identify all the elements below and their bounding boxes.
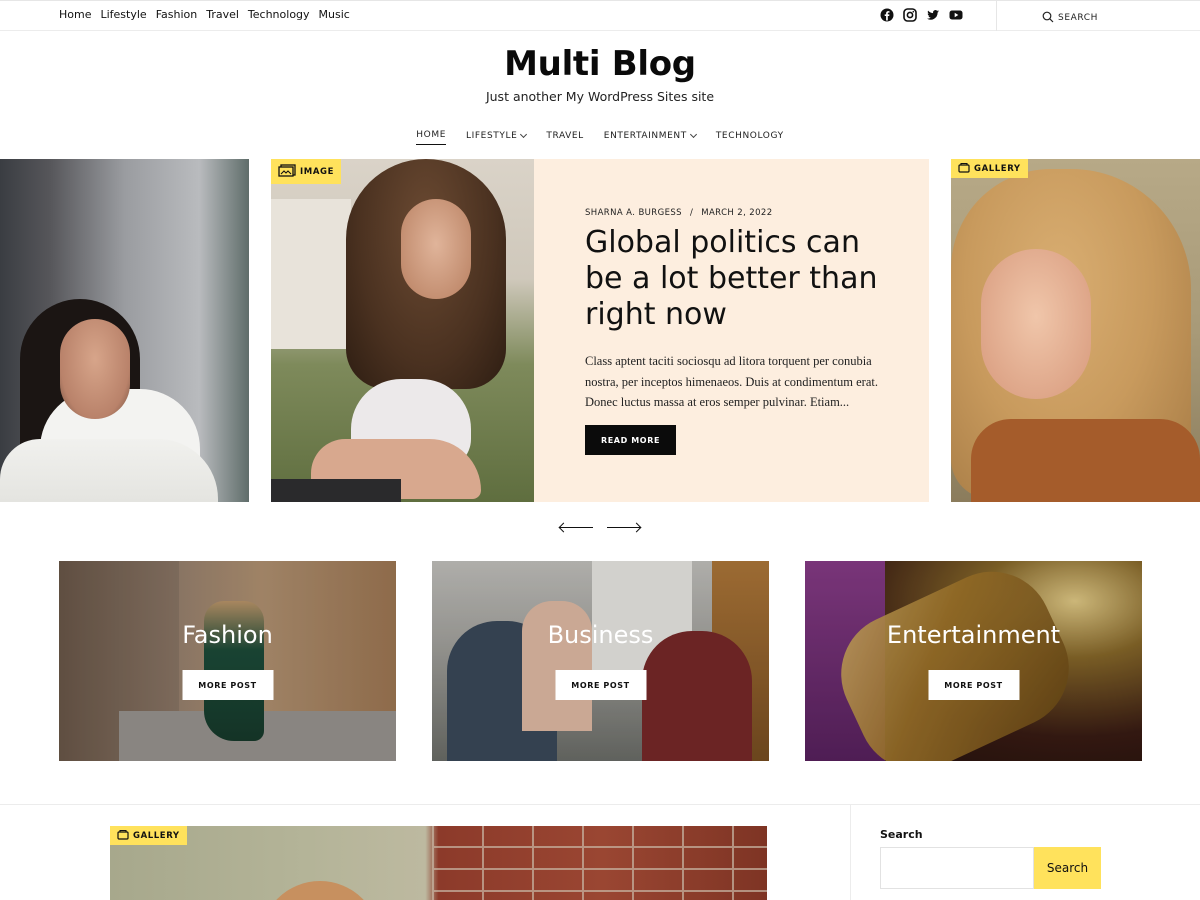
search-input[interactable] bbox=[880, 847, 1034, 889]
main-nav-lifestyle[interactable]: LIFESTYLE bbox=[466, 130, 528, 145]
category-name[interactable]: Fashion bbox=[59, 621, 396, 649]
post-author[interactable]: SHARNA A. BURGESS bbox=[585, 208, 682, 218]
facebook-icon[interactable] bbox=[880, 7, 894, 22]
chevron-down-icon bbox=[520, 130, 528, 138]
slider-next-arrow-icon[interactable] bbox=[607, 522, 640, 534]
top-nav-lifestyle[interactable]: Lifestyle bbox=[100, 8, 146, 22]
post-format-badge-gallery[interactable]: GALLERY bbox=[110, 826, 187, 845]
search-button[interactable]: Search bbox=[1034, 847, 1101, 889]
search-widget-title: Search bbox=[880, 828, 923, 841]
chevron-down-icon bbox=[689, 130, 697, 138]
slider-prev-arrow-icon[interactable] bbox=[560, 522, 593, 534]
category-card-fashion[interactable]: Fashion MORE POST bbox=[59, 561, 396, 761]
post-date[interactable]: MARCH 2, 2022 bbox=[701, 208, 772, 218]
card-overlay bbox=[805, 561, 1142, 761]
twitter-icon[interactable] bbox=[926, 7, 940, 21]
main-navigation: HOME LIFESTYLE TRAVEL ENTERTAINMENT TECH… bbox=[0, 130, 1200, 145]
search-icon bbox=[1042, 8, 1054, 27]
youtube-icon[interactable] bbox=[949, 7, 963, 21]
main-nav-entertainment[interactable]: ENTERTAINMENT bbox=[603, 130, 697, 145]
section-divider bbox=[0, 804, 1200, 805]
main-nav-label: HOME bbox=[416, 130, 447, 140]
main-nav-travel[interactable]: TRAVEL bbox=[546, 130, 583, 145]
top-navigation: Home Lifestyle Fashion Travel Technology… bbox=[59, 8, 359, 22]
card-overlay bbox=[59, 561, 396, 761]
main-nav-technology[interactable]: TECHNOLOGY bbox=[716, 130, 784, 145]
slide-photo-face bbox=[981, 249, 1091, 399]
more-post-button[interactable]: MORE POST bbox=[555, 670, 646, 700]
slide-photo-face bbox=[401, 199, 471, 299]
post-featured-image[interactable] bbox=[110, 826, 767, 900]
read-more-button[interactable]: READ MORE bbox=[585, 425, 676, 455]
category-card-business[interactable]: Business MORE POST bbox=[432, 561, 769, 761]
post-photo-head bbox=[260, 881, 380, 900]
category-name[interactable]: Business bbox=[432, 621, 769, 649]
slide-photo-face bbox=[60, 319, 130, 419]
main-nav-home[interactable]: HOME bbox=[416, 130, 447, 145]
site-title[interactable]: Multi Blog bbox=[0, 44, 1200, 84]
slide-post-title[interactable]: Global politics can be a lot better than… bbox=[585, 225, 895, 333]
slide-prev-image[interactable] bbox=[0, 159, 249, 502]
slide-photo-shorts bbox=[271, 479, 401, 502]
top-nav-travel[interactable]: Travel bbox=[206, 8, 239, 22]
top-nav-home[interactable]: Home bbox=[59, 8, 91, 22]
slide-photo-coat bbox=[971, 419, 1200, 502]
main-nav-label: ENTERTAINMENT bbox=[603, 130, 687, 141]
sidebar-divider bbox=[850, 805, 851, 900]
top-bar-divider bbox=[996, 1, 997, 31]
post-format-badge-gallery[interactable]: GALLERY bbox=[951, 159, 1028, 178]
main-nav-label: TECHNOLOGY bbox=[715, 130, 784, 141]
main-nav-label: LIFESTYLE bbox=[466, 130, 518, 141]
social-links bbox=[880, 7, 963, 22]
badge-label: GALLERY bbox=[133, 830, 180, 841]
gallery-icon bbox=[958, 162, 970, 176]
slide-post-excerpt: Class aptent taciti sociosqu ad litora t… bbox=[585, 354, 878, 409]
header-search-button[interactable]: SEARCH bbox=[1042, 8, 1098, 27]
top-bar: Home Lifestyle Fashion Travel Technology… bbox=[0, 0, 1200, 31]
badge-label: IMAGE bbox=[300, 166, 334, 177]
badge-label: GALLERY bbox=[974, 163, 1021, 174]
top-nav-technology[interactable]: Technology bbox=[248, 8, 310, 22]
more-post-button[interactable]: MORE POST bbox=[182, 670, 273, 700]
top-nav-fashion[interactable]: Fashion bbox=[156, 8, 198, 22]
category-name[interactable]: Entertainment bbox=[805, 621, 1142, 649]
post-format-badge-image[interactable]: IMAGE bbox=[271, 159, 341, 184]
slide-photo-house bbox=[271, 199, 351, 349]
slide-current-image[interactable] bbox=[271, 159, 534, 502]
meta-separator: / bbox=[689, 208, 694, 218]
slide-next-image[interactable] bbox=[951, 159, 1200, 502]
card-overlay bbox=[432, 561, 769, 761]
gallery-icon bbox=[117, 829, 129, 843]
image-icon bbox=[278, 163, 296, 180]
site-tagline: Just another My WordPress Sites site bbox=[485, 89, 715, 104]
top-nav-music[interactable]: Music bbox=[319, 8, 350, 22]
more-post-button[interactable]: MORE POST bbox=[928, 670, 1019, 700]
slide-photo-shirt bbox=[0, 439, 218, 502]
instagram-icon[interactable] bbox=[903, 7, 917, 22]
main-nav-label: TRAVEL bbox=[546, 130, 584, 141]
search-label: SEARCH bbox=[1058, 12, 1099, 23]
category-card-entertainment[interactable]: Entertainment MORE POST bbox=[805, 561, 1142, 761]
slide-content-card: SHARNA A. BURGESS / MARCH 2, 2022 Global… bbox=[534, 159, 929, 502]
post-photo-bricks bbox=[432, 826, 767, 900]
post-meta: SHARNA A. BURGESS / MARCH 2, 2022 bbox=[585, 208, 773, 218]
slider-controls bbox=[560, 522, 640, 534]
